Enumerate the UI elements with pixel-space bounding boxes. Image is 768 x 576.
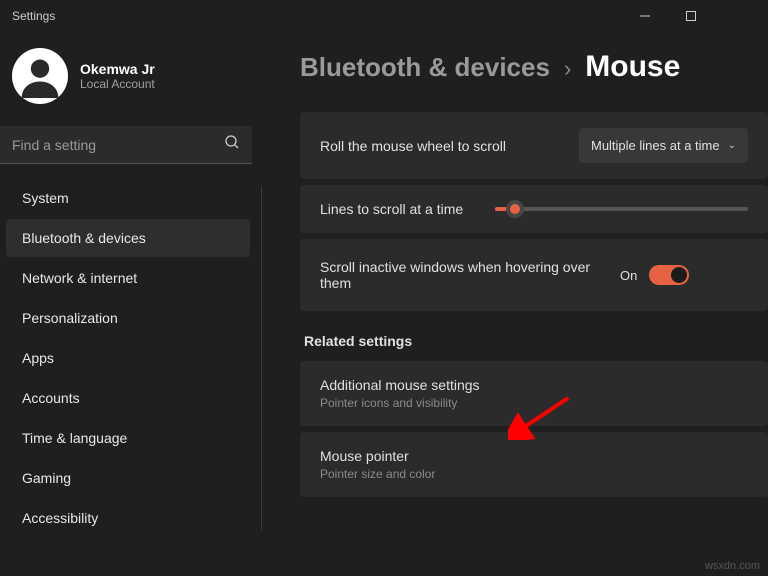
slider-thumb[interactable] [506,200,524,218]
avatar [12,48,68,104]
related-item-title: Mouse pointer [320,448,748,464]
window-controls [622,0,760,32]
lines-slider[interactable] [495,207,748,211]
sidebar: Okemwa Jr Local Account System Bluetooth… [0,32,256,576]
maximize-button[interactable] [668,0,714,32]
setting-label: Scroll inactive windows when hovering ov… [320,259,620,291]
nav-item-accounts[interactable]: Accounts [6,379,250,417]
chevron-down-icon: ⌄ [728,140,736,151]
nav-item-bluetooth-devices[interactable]: Bluetooth & devices [6,219,250,257]
setting-lines-to-scroll: Lines to scroll at a time [300,185,768,233]
user-block[interactable]: Okemwa Jr Local Account [0,38,256,114]
toggle-knob [671,267,687,283]
user-account-type: Local Account [80,77,155,91]
related-item-title: Additional mouse settings [320,377,748,393]
user-name: Okemwa Jr [80,61,155,77]
setting-label: Lines to scroll at a time [320,201,463,217]
nav-item-personalization[interactable]: Personalization [6,299,250,337]
close-button[interactable] [714,0,760,32]
nav-item-gaming[interactable]: Gaming [6,459,250,497]
nav-divider [261,186,262,530]
nav: System Bluetooth & devices Network & int… [0,178,256,538]
nav-item-time-language[interactable]: Time & language [6,419,250,457]
breadcrumb-parent[interactable]: Bluetooth & devices [300,52,550,83]
nav-item-accessibility[interactable]: Accessibility [6,499,250,537]
nav-item-apps[interactable]: Apps [6,339,250,377]
main-content: Bluetooth & devices › Mouse Roll the mou… [256,32,768,576]
watermark: wsxdn.com [705,560,760,572]
scroll-wheel-select[interactable]: Multiple lines at a time ⌄ [579,128,748,163]
related-mouse-pointer[interactable]: Mouse pointer Pointer size and color [300,432,768,497]
related-settings-title: Related settings [304,333,768,349]
search-box[interactable] [0,126,252,164]
search-input[interactable] [12,137,224,153]
titlebar: Settings [0,0,768,32]
toggle-state-label: On [620,268,637,283]
setting-label: Roll the mouse wheel to scroll [320,138,579,154]
setting-scroll-inactive: Scroll inactive windows when hovering ov… [300,239,768,311]
chevron-right-icon: › [564,56,571,82]
related-additional-mouse-settings[interactable]: Additional mouse settings Pointer icons … [300,361,768,426]
page-title: Mouse [585,50,680,84]
nav-item-system[interactable]: System [6,179,250,217]
search-icon [224,134,240,155]
breadcrumb: Bluetooth & devices › Mouse [300,50,768,84]
setting-scroll-wheel: Roll the mouse wheel to scroll Multiple … [300,112,768,179]
minimize-button[interactable] [622,0,668,32]
window-title: Settings [12,9,55,23]
select-value: Multiple lines at a time [591,138,720,153]
related-item-sub: Pointer icons and visibility [320,396,748,410]
related-item-sub: Pointer size and color [320,467,748,481]
scroll-inactive-toggle[interactable] [649,265,689,285]
nav-item-network-internet[interactable]: Network & internet [6,259,250,297]
